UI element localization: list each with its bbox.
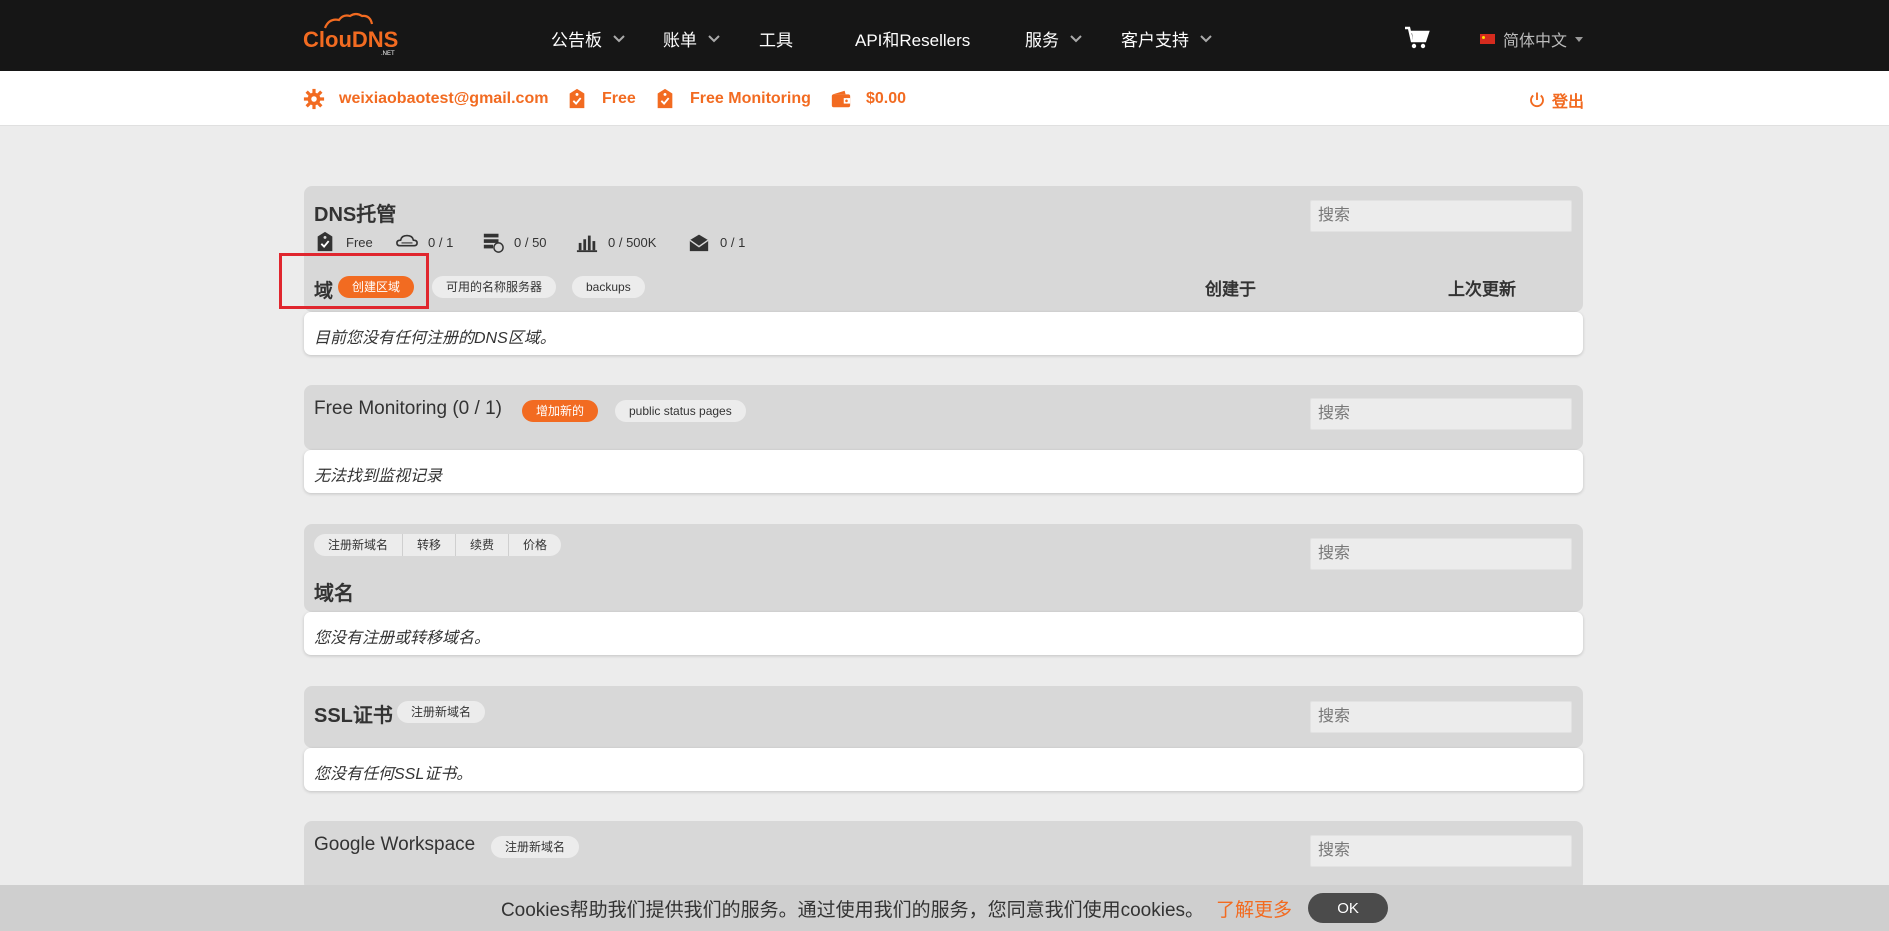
nav-services-label: 服务 — [1025, 31, 1059, 50]
public-status-pages-button[interactable]: public status pages — [615, 400, 746, 422]
dns-search-input[interactable] — [1310, 200, 1572, 232]
monitoring-plan-label: Free Monitoring — [690, 90, 811, 107]
records-icon — [483, 233, 504, 253]
stat-mail-value: 0 / 1 — [720, 234, 746, 250]
learn-more-link[interactable]: 了解更多 — [1216, 895, 1292, 922]
ssl-empty-message: 您没有任何SSL证书。 — [304, 748, 1583, 791]
domain-label: 域 — [314, 281, 334, 302]
nav-billing[interactable]: 账单 — [663, 26, 721, 51]
workspace-register-button[interactable]: 注册新域名 — [491, 836, 580, 858]
chevron-down-icon — [708, 34, 720, 42]
stat-zones: 0 / 1 — [396, 231, 453, 253]
plan-label: Free — [602, 90, 636, 107]
dns-title: DNS托管 — [314, 204, 397, 226]
monitoring-empty-message: 无法找到监视记录 — [304, 450, 1583, 493]
wallet-icon — [831, 90, 851, 108]
stat-records: 0 / 50 — [482, 231, 547, 253]
balance-link[interactable]: $0.00 — [830, 88, 906, 110]
col-created-header[interactable]: 创建于 — [1205, 275, 1256, 300]
domains-search-input[interactable] — [1310, 538, 1572, 570]
monitoring-title: Free Monitoring (0 / 1) — [314, 398, 502, 419]
chevron-down-icon — [1200, 34, 1212, 42]
logout-link[interactable]: 登出 — [1528, 88, 1584, 112]
account-email: weixiaobaotest@gmail.com — [339, 90, 549, 107]
dns-hosting-panel: DNS托管 Free 0 / 1 0 / 50 0 / 500K — [304, 186, 1583, 312]
workspace-title: Google Workspace — [314, 834, 476, 855]
available-nameservers-button[interactable]: 可用的名称服务器 — [432, 276, 557, 298]
stat-records-value: 0 / 50 — [514, 234, 547, 250]
domains-panel: 注册新域名 转移 续费 价格 域名 — [304, 524, 1583, 612]
dns-empty-message: 目前您没有任何注册的DNS区域。 — [304, 312, 1583, 355]
ssl-title: SSL证书 — [314, 705, 393, 727]
col-updated-header[interactable]: 上次更新 — [1448, 275, 1516, 300]
create-zone-button[interactable]: 创建区域 — [338, 276, 415, 298]
nav-tools[interactable]: 工具 — [759, 26, 793, 51]
nav-bulletin-label: 公告板 — [551, 31, 602, 50]
tab-pricing[interactable]: 价格 — [509, 534, 561, 556]
bar-chart-icon — [576, 235, 598, 253]
stat-plan: Free — [314, 231, 373, 253]
google-workspace-panel: Google Workspace 注册新域名 — [304, 821, 1583, 891]
domains-title: 域名 — [314, 583, 354, 605]
caret-down-icon — [1575, 36, 1584, 42]
cookie-ok-button[interactable]: OK — [1308, 893, 1389, 923]
nav-services[interactable]: 服务 — [1025, 26, 1083, 51]
chevron-down-icon — [1070, 34, 1082, 42]
logo-text: ClouDNS — [303, 27, 398, 52]
nav-api-label: API和Resellers — [855, 31, 971, 50]
tab-transfer[interactable]: 转移 — [403, 534, 457, 556]
domains-empty-message: 您没有注册或转移域名。 — [304, 612, 1583, 655]
stat-plan-value: Free — [346, 234, 373, 250]
plan-link[interactable]: Free — [566, 88, 636, 110]
cookie-text: Cookies帮助我们提供我们的服务。通过使用我们的服务，您同意我们使用cook… — [500, 899, 1205, 921]
nav-bulletin[interactable]: 公告板 — [551, 26, 626, 51]
backups-button[interactable]: backups — [572, 276, 645, 298]
top-navbar: ClouDNS .NET 公告板 账单 工具 API和Resellers 服务 … — [0, 0, 1889, 71]
nav-tools-label: 工具 — [759, 31, 793, 50]
ssl-register-button[interactable]: 注册新域名 — [397, 701, 486, 723]
balance-amount: $0.00 — [866, 90, 907, 107]
cookie-banner: Cookies帮助我们提供我们的服务。通过使用我们的服务，您同意我们使用cook… — [0, 885, 1889, 931]
mail-forward-icon — [689, 234, 709, 252]
nav-support[interactable]: 客户支持 — [1121, 26, 1213, 51]
nav-support-label: 客户支持 — [1121, 31, 1189, 50]
power-icon — [1530, 92, 1544, 108]
add-monitoring-button[interactable]: 增加新的 — [522, 400, 599, 422]
tab-register-domain[interactable]: 注册新域名 — [314, 534, 404, 556]
cloudns-logo[interactable]: ClouDNS .NET — [303, 10, 403, 58]
ssl-panel: SSL证书 注册新域名 — [304, 686, 1583, 748]
tag-check-icon — [657, 88, 673, 109]
language-label: 简体中文 — [1503, 33, 1568, 50]
stat-zones-value: 0 / 1 — [428, 234, 454, 250]
tag-check-icon — [569, 88, 585, 109]
stat-mail: 0 / 1 — [688, 231, 745, 253]
monitoring-panel: Free Monitoring (0 / 1) 增加新的 public stat… — [304, 385, 1583, 450]
stat-queries-value: 0 / 500K — [608, 234, 657, 250]
nav-api-resellers[interactable]: API和Resellers — [855, 26, 970, 51]
logout-label: 登出 — [1552, 94, 1585, 111]
cart-icon[interactable] — [1404, 26, 1430, 50]
account-email-link[interactable]: weixiaobaotest@gmail.com — [303, 88, 548, 110]
gear-icon — [303, 88, 325, 110]
ssl-search-input[interactable] — [1310, 701, 1572, 733]
cloud-icon — [396, 234, 418, 247]
tag-check-icon — [317, 231, 333, 252]
language-selector[interactable]: 简体中文 — [1480, 27, 1584, 51]
domains-tab-group: 注册新域名 转移 续费 价格 — [314, 534, 562, 556]
china-flag-icon — [1480, 34, 1495, 44]
monitoring-search-input[interactable] — [1310, 398, 1572, 430]
account-bar: weixiaobaotest@gmail.com Free Free Monit… — [0, 71, 1889, 126]
stat-queries: 0 / 500K — [576, 231, 656, 253]
nav-billing-label: 账单 — [663, 31, 697, 50]
workspace-search-input[interactable] — [1310, 835, 1572, 867]
logo-sub-text: .NET — [381, 51, 395, 57]
chevron-down-icon — [613, 34, 625, 42]
tab-renew[interactable]: 续费 — [456, 534, 510, 556]
monitoring-plan-link[interactable]: Free Monitoring — [654, 88, 811, 110]
